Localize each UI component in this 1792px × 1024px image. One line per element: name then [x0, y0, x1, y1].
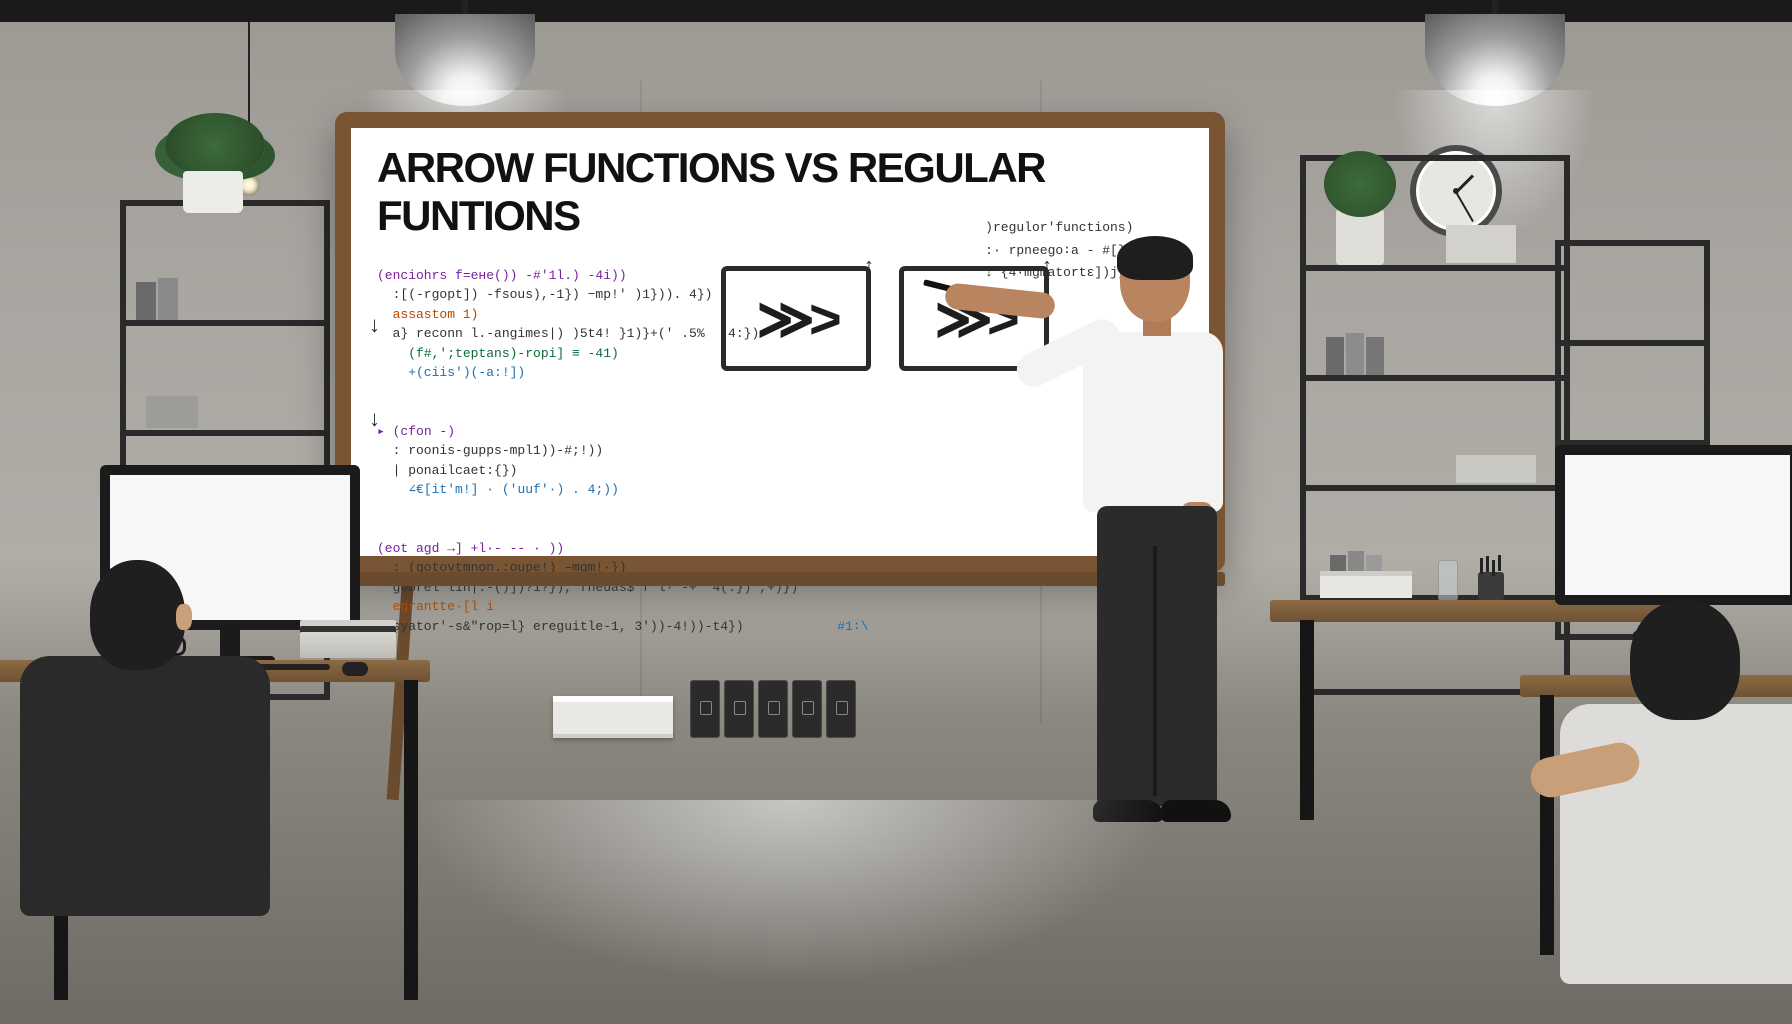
book — [158, 278, 178, 320]
book — [1366, 337, 1384, 375]
desk-leg — [404, 680, 418, 1000]
pen-holder — [1478, 572, 1504, 600]
book — [136, 282, 156, 320]
mouse — [342, 662, 368, 676]
books-flat — [1456, 455, 1536, 483]
pendant-lamp-right — [1425, 0, 1565, 110]
paper-stack — [553, 696, 673, 738]
scene-root: ARROW FUNCTIONS VS REGULAR FUNTIONS (enc… — [0, 0, 1792, 1024]
desk-leg — [1300, 620, 1314, 820]
arrow-glyphs: ≫> — [756, 286, 835, 352]
book — [1346, 333, 1364, 375]
pendant-lamp-left — [395, 0, 535, 110]
presenter-person — [1005, 240, 1245, 860]
glass — [1438, 560, 1458, 600]
box — [146, 396, 198, 428]
seated-person-left — [0, 560, 290, 960]
potted-plant — [165, 123, 265, 213]
plant-small — [1336, 209, 1384, 265]
desk-leg — [1540, 695, 1554, 955]
flow-arrow-icon: ↓ — [369, 406, 380, 432]
monitor-right — [1555, 445, 1792, 605]
flow-arrow-icon: ↓ — [369, 312, 380, 338]
books-flat — [300, 632, 396, 658]
arrow-up-icon: ↑ — [864, 255, 868, 278]
box — [1446, 225, 1516, 263]
seated-person-right — [1560, 600, 1792, 1000]
binders — [690, 680, 856, 738]
diagram-boxes: ↑ ≫> ↑ ≫> ↓ — [721, 266, 1049, 371]
book — [1326, 337, 1344, 375]
paper-pad — [1320, 576, 1412, 598]
diagram-box-1: ↑ ≫> — [721, 266, 871, 371]
